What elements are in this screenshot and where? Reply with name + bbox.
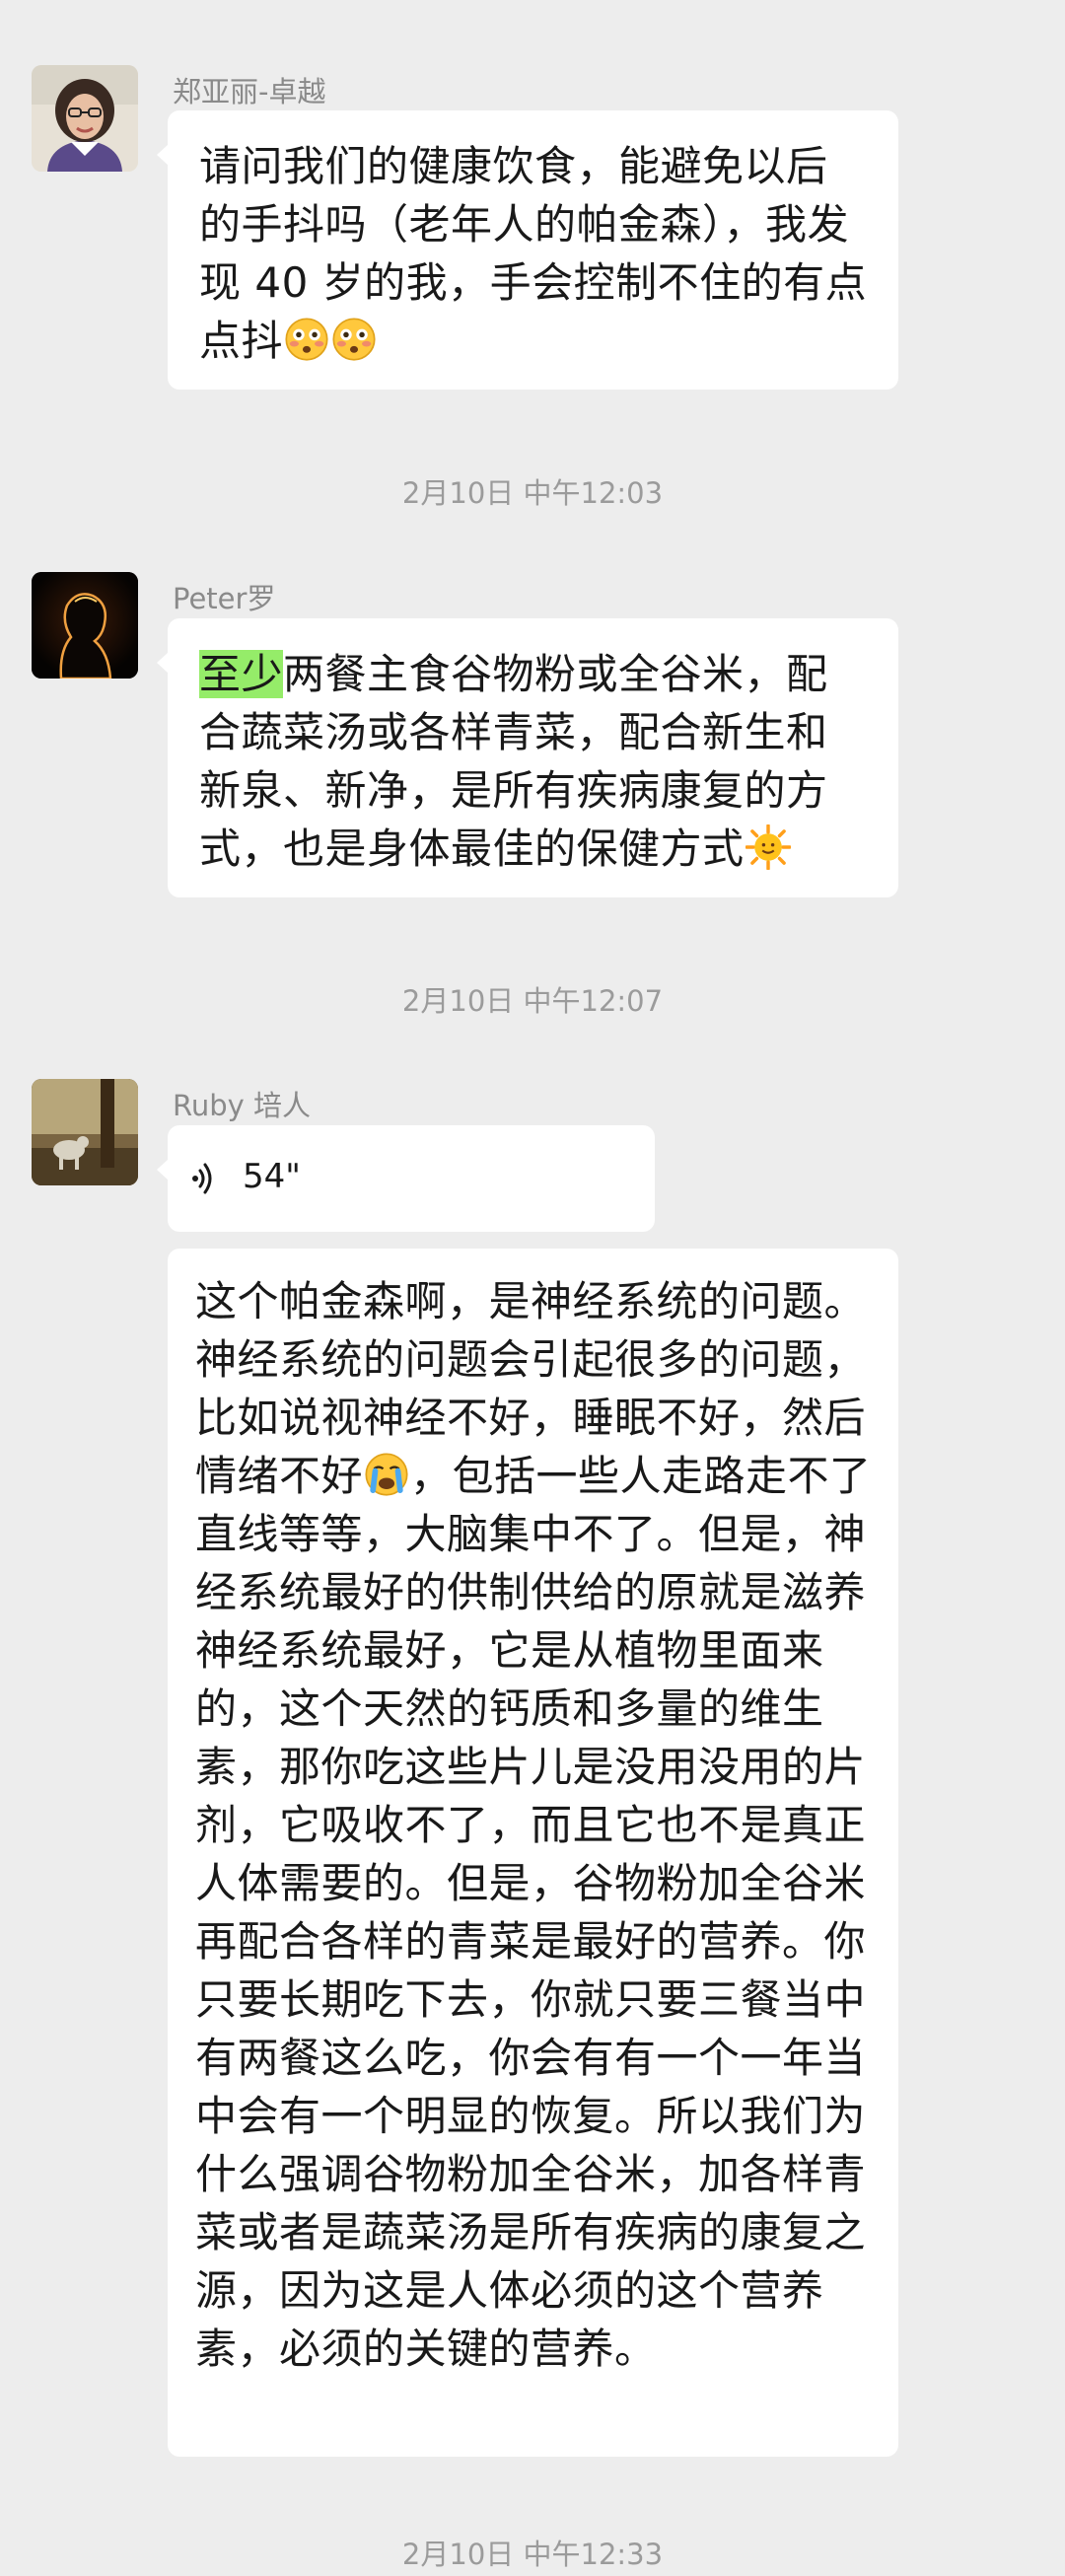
avatar-nature-image xyxy=(32,1079,138,1185)
avatar-woman-image xyxy=(32,65,138,172)
avatar[interactable] xyxy=(32,1079,138,1185)
flushed-face-icon xyxy=(332,318,376,361)
highlighted-text: 至少 xyxy=(199,650,284,698)
sender-name: Peter罗 xyxy=(173,582,276,615)
timestamp: 2月10日 中午12:03 xyxy=(401,476,664,510)
sender-name: Ruby 培人 xyxy=(173,1089,312,1122)
crying-face-icon xyxy=(365,1453,408,1496)
timestamp: 2月10日 中午12:33 xyxy=(401,2538,664,2571)
message-text: 请问我们的健康饮食，能避免以后的手抖吗（老年人的帕金森），我发现 40 岁的我，… xyxy=(199,142,868,365)
sun-face-icon xyxy=(745,824,791,870)
avatar[interactable] xyxy=(32,572,138,679)
message-bubble[interactable]: 请问我们的健康饮食，能避免以后的手抖吗（老年人的帕金森），我发现 40 岁的我，… xyxy=(157,110,898,390)
flushed-face-icon xyxy=(285,318,328,361)
message-text: 这个帕金森啊，是神经系统的问题。神经系统的问题会引起很多的问题，比如说视神经不好… xyxy=(195,1277,872,2373)
timestamp: 2月10日 中午12:07 xyxy=(401,984,664,1018)
voice-message-bubble[interactable]: 54" xyxy=(157,1125,655,1232)
avatar[interactable] xyxy=(32,65,138,172)
voice-waves-icon xyxy=(192,1163,212,1194)
avatar-silhouette-image xyxy=(32,572,138,679)
voice-duration: 54" xyxy=(243,1157,301,1196)
message-text: 至少两餐主食谷物粉或全谷米，配合蔬菜汤或各样青菜，配合新生和新泉、新净，是所有疾… xyxy=(199,650,828,873)
sender-name: 郑亚丽-卓越 xyxy=(173,75,326,108)
message-bubble[interactable]: 至少两餐主食谷物粉或全谷米，配合蔬菜汤或各样青菜，配合新生和新泉、新净，是所有疾… xyxy=(157,618,898,897)
message-bubble[interactable]: 这个帕金森啊，是神经系统的问题。神经系统的问题会引起很多的问题，比如说视神经不好… xyxy=(168,1249,898,2457)
